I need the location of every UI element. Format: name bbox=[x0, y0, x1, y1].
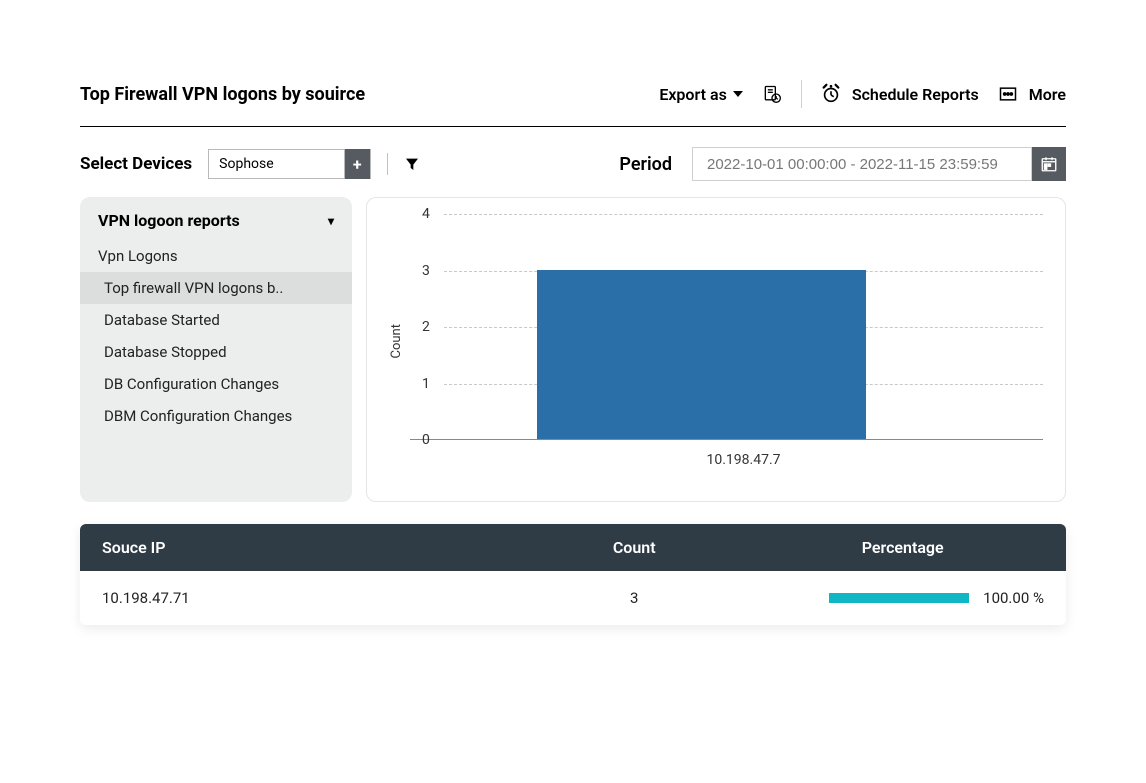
add-device-button[interactable]: + bbox=[344, 149, 370, 179]
th-source-ip: Souce IP bbox=[102, 538, 507, 557]
schedule-reports-button[interactable]: Schedule Reports bbox=[820, 83, 979, 105]
schedule-reports-label: Schedule Reports bbox=[852, 85, 979, 104]
period-picker bbox=[692, 147, 1066, 181]
calendar-button[interactable] bbox=[1032, 147, 1066, 181]
cell-percentage: 100.00 % bbox=[761, 589, 1044, 607]
cell-ip: 10.198.47.71 bbox=[102, 589, 507, 607]
sidebar-item[interactable]: Database Started bbox=[80, 304, 352, 336]
table-row: 10.198.47.713 100.00 % bbox=[80, 571, 1066, 625]
chart-xcategory: 10.198.47.7 bbox=[410, 452, 1043, 468]
chart-panel: Count 0 1 2 3 4 10.198.47.7 bbox=[366, 197, 1066, 502]
chart-ytick: 2 bbox=[422, 319, 430, 335]
period-label: Period bbox=[619, 154, 672, 175]
page-title: Top Firewall VPN logons by souirce bbox=[80, 84, 365, 105]
chart-ytick: 1 bbox=[422, 376, 430, 392]
controls-divider bbox=[387, 153, 388, 175]
cell-count: 3 bbox=[507, 589, 761, 607]
export-as-label: Export as bbox=[659, 85, 727, 104]
chart-grid: 01234 bbox=[410, 214, 1043, 440]
more-button[interactable]: More bbox=[997, 83, 1066, 105]
toolbar: Export as Schedule Reports More bbox=[659, 80, 1066, 108]
period-input[interactable] bbox=[692, 147, 1032, 181]
sidebar-item[interactable]: Top firewall VPN logons b.. bbox=[80, 272, 352, 304]
chart-ylabel: Count bbox=[389, 324, 404, 358]
alarm-clock-icon bbox=[820, 83, 842, 105]
caret-down-icon bbox=[733, 91, 743, 97]
th-count: Count bbox=[507, 538, 761, 557]
data-table: Souce IP Count Percentage 10.198.47.7131… bbox=[80, 524, 1066, 625]
sidebar-item[interactable]: DB Configuration Changes bbox=[80, 368, 352, 400]
sidebar-item[interactable]: DBM Configuration Changes bbox=[80, 400, 352, 432]
chart-bar bbox=[537, 270, 866, 440]
more-icon bbox=[997, 83, 1019, 105]
device-select[interactable]: Sophose + bbox=[208, 149, 371, 179]
chevron-down-icon: ▾ bbox=[328, 214, 334, 228]
filter-icon[interactable] bbox=[404, 156, 420, 172]
sidebar-item[interactable]: Database Stopped bbox=[80, 336, 352, 368]
page-header: Top Firewall VPN logons by souirce Expor… bbox=[80, 80, 1066, 127]
chart-gridline bbox=[444, 214, 1043, 215]
toolbar-divider bbox=[801, 80, 802, 108]
export-clock-icon[interactable] bbox=[761, 83, 783, 105]
export-as-button[interactable]: Export as bbox=[659, 85, 743, 104]
percentage-text: 100.00 % bbox=[983, 589, 1044, 607]
percentage-bar bbox=[829, 593, 969, 603]
device-select-value: Sophose bbox=[209, 156, 344, 172]
sidebar-item[interactable]: Vpn Logons bbox=[80, 240, 352, 272]
sidebar-header-label: VPN logoon reports bbox=[98, 211, 240, 230]
select-devices-label: Select Devices bbox=[80, 154, 192, 174]
controls-row: Select Devices Sophose + Period bbox=[80, 147, 1066, 181]
chart-ytick: 4 bbox=[422, 206, 430, 222]
sidebar-header[interactable]: VPN logoon reports ▾ bbox=[80, 211, 352, 240]
chart-ytick: 0 bbox=[422, 432, 430, 448]
th-percentage: Percentage bbox=[761, 538, 1044, 557]
chart-ytick: 3 bbox=[422, 263, 430, 279]
table-header: Souce IP Count Percentage bbox=[80, 524, 1066, 571]
more-label: More bbox=[1029, 85, 1066, 104]
report-sidebar: VPN logoon reports ▾ Vpn LogonsTop firew… bbox=[80, 197, 352, 502]
